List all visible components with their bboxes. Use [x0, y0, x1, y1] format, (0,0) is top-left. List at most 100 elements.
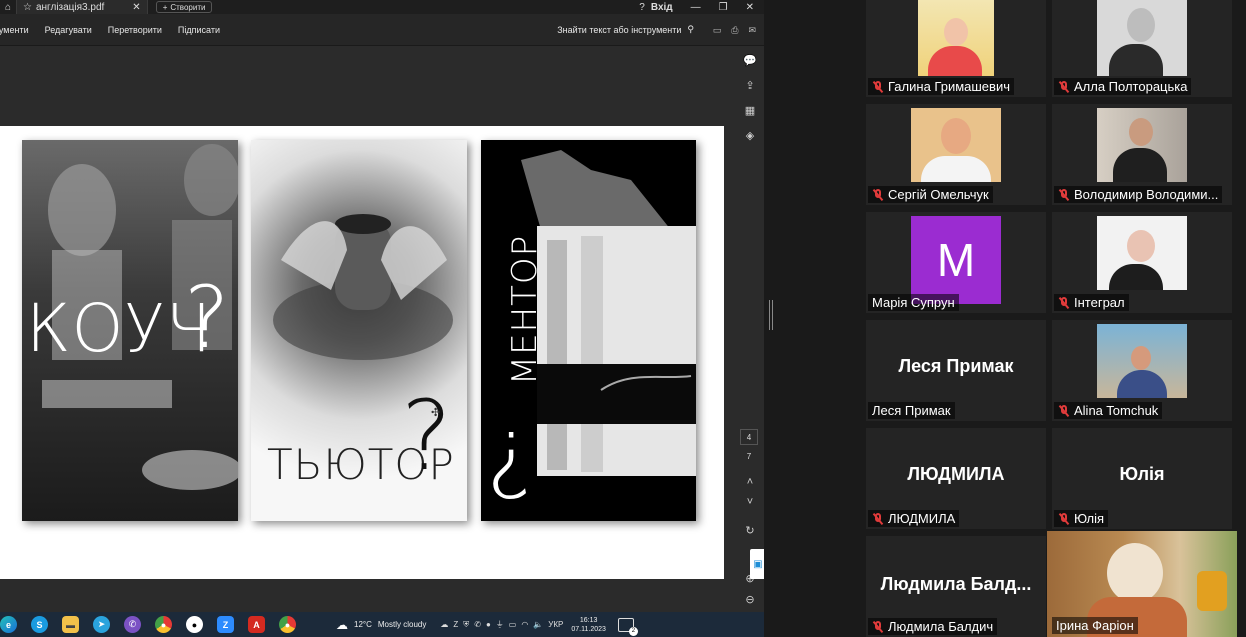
menu-bar: рументи Редагувати Перетворити Підписати…	[0, 14, 764, 46]
participant-name: Алла Полторацька	[1074, 79, 1188, 94]
notification-center-icon[interactable]: 2	[617, 617, 638, 636]
viber-icon[interactable]: ✆	[124, 616, 141, 633]
file-explorer-icon[interactable]: ▬	[62, 616, 79, 633]
participant-tile[interactable]: Галина Гримашевич	[866, 0, 1046, 97]
new-tab-button[interactable]: + Створити	[155, 1, 213, 13]
restore-icon[interactable]: ❐	[719, 2, 728, 13]
document-tab-label: англізація3.pdf	[35, 1, 105, 13]
viber-tray-icon[interactable]: ✆	[474, 620, 481, 629]
close-tab-icon[interactable]: ✕	[132, 2, 140, 13]
participant-tile[interactable]: Алла Полторацька	[1052, 0, 1232, 97]
pdf-page: КОУЧ ? ТЬЮТОР ? ✣ МЕНТОР ?	[0, 126, 724, 579]
participant-name-label: Людмила Балдич	[868, 618, 998, 635]
zoom-icon[interactable]: Z	[217, 616, 234, 633]
cloud-tray-icon[interactable]: ☁	[440, 620, 448, 629]
export-icon[interactable]: ⇪	[742, 77, 758, 93]
organize-pages-icon[interactable]: ▦	[742, 102, 758, 118]
edge-icon[interactable]: e	[0, 616, 17, 633]
document-tab[interactable]: ☆ англізація3.pdf ✕	[16, 0, 148, 14]
weather-desc: Mostly cloudy	[377, 620, 427, 629]
participant-name: ЛЮДМИЛА	[888, 511, 956, 526]
resize-handle[interactable]	[769, 300, 773, 330]
participant-tile[interactable]: M Марія Супрун	[866, 212, 1046, 313]
acrobat-icon[interactable]: A	[248, 616, 265, 633]
chrome-tray-icon[interactable]: ●	[486, 620, 491, 629]
wifi-icon[interactable]: ◠	[521, 620, 528, 629]
save-icon[interactable]: ▭	[713, 25, 722, 36]
participant-name: Володимир Володими...	[1074, 187, 1219, 202]
tutor-panel: ТЬЮТОР ? ✣	[251, 140, 467, 521]
layers-icon[interactable]: ◈	[742, 127, 758, 143]
participant-name-label: ЛЮДМИЛА	[868, 510, 960, 527]
star-icon[interactable]: ☆	[23, 2, 32, 13]
title-bar: ⌂ ☆ англізація3.pdf ✕ + Створити ? Вхід …	[0, 0, 764, 14]
active-speaker-tile[interactable]: Ірина Фаріон	[1047, 531, 1237, 637]
weather-temp: 12°C	[354, 620, 372, 629]
microphone-muted-icon	[1058, 512, 1070, 525]
help-icon[interactable]: ?	[639, 2, 645, 13]
home-icon[interactable]: ⌂	[0, 0, 16, 14]
coach-panel: КОУЧ ?	[22, 140, 238, 521]
system-tray: ☁ Z ⛨ ✆ ● ⏚ ▭ ◠ 🔈 УКР	[440, 619, 563, 630]
chrome-icon[interactable]: ●	[155, 616, 172, 633]
participant-display-name: Юлія	[1119, 464, 1165, 484]
participant-name-label: Леся Примак	[868, 402, 955, 419]
participant-video	[1097, 216, 1187, 290]
sign-in-button[interactable]: Вхід	[651, 2, 673, 13]
language-indicator[interactable]: УКР	[548, 620, 563, 629]
clock[interactable]: 16:13 07.11.2023	[571, 616, 606, 634]
mentor-panel: МЕНТОР ?	[481, 140, 696, 521]
participant-tile[interactable]: ЛЮДМИЛА ЛЮДМИЛА	[866, 428, 1046, 529]
participant-video	[1097, 108, 1187, 182]
participant-name: Alina Tomchuk	[1074, 403, 1159, 418]
menu-sign[interactable]: Підписати	[170, 25, 228, 35]
participant-name-label: Алла Полторацька	[1054, 78, 1192, 95]
participant-tile[interactable]: Леся Примак Леся Примак	[866, 320, 1046, 421]
shield-icon[interactable]: ⛨	[463, 620, 469, 630]
minimize-icon[interactable]: —	[691, 2, 701, 13]
participant-name-label: Ірина Фаріон	[1052, 617, 1138, 634]
participant-display-name: Людмила Балд...	[880, 574, 1032, 594]
participant-tile[interactable]: Володимир Володими...	[1052, 104, 1232, 205]
menu-tools[interactable]: рументи	[0, 25, 37, 35]
participant-display-name: Леся Примак	[898, 356, 1014, 376]
telegram-icon[interactable]: ➤	[93, 616, 110, 633]
mentor-question-mark: ?	[485, 410, 533, 515]
participant-name: Юлія	[1074, 511, 1105, 526]
menu-edit[interactable]: Редагувати	[37, 25, 100, 35]
skype-icon[interactable]: S	[31, 616, 48, 633]
app-icon[interactable]: ●	[186, 616, 203, 633]
page-number-input[interactable]: 4	[740, 429, 758, 445]
chrome-icon-2[interactable]: ●	[279, 616, 296, 633]
close-window-icon[interactable]: ✕	[746, 2, 754, 13]
participant-video	[911, 108, 1001, 182]
clock-date: 07.11.2023	[571, 625, 606, 633]
zoom-out-icon[interactable]: ⊖	[742, 591, 758, 607]
battery-icon[interactable]: ▭	[509, 620, 517, 629]
participant-tile[interactable]: Alina Tomchuk	[1052, 320, 1232, 421]
previous-page-icon[interactable]: ˄	[742, 474, 758, 490]
background-flowers	[1197, 571, 1227, 611]
usb-icon[interactable]: ⏚	[496, 619, 504, 630]
participant-tile[interactable]: Людмила Балд... Людмила Балдич	[866, 536, 1046, 637]
participant-tile[interactable]: Інтеграл	[1052, 212, 1232, 313]
screen: ⌂ ☆ англізація3.pdf ✕ + Створити ? Вхід …	[0, 0, 1246, 637]
participant-display-name: ЛЮДМИЛА	[907, 464, 1005, 484]
participant-name-label: Інтеграл	[1054, 294, 1129, 311]
find-label: Знайти текст або інструменти	[557, 24, 682, 35]
participant-tile[interactable]: Юлія Юлія	[1052, 428, 1232, 529]
email-icon[interactable]: ✉	[748, 25, 756, 36]
participant-tile[interactable]: Сергій Омельчук	[866, 104, 1046, 205]
participant-name: Галина Гримашевич	[888, 79, 1010, 94]
comment-icon[interactable]: 💬	[742, 52, 758, 68]
pdf-viewer-window: ⌂ ☆ англізація3.pdf ✕ + Створити ? Вхід …	[0, 0, 766, 637]
document-area[interactable]: КОУЧ ? ТЬЮТОР ? ✣ МЕНТОР ?	[0, 46, 736, 612]
rotate-icon[interactable]: ↻	[742, 522, 758, 538]
microphone-muted-icon	[872, 80, 884, 93]
menu-convert[interactable]: Перетворити	[100, 25, 170, 35]
weather-widget[interactable]: ☁ 12°C Mostly cloudy	[336, 618, 426, 632]
print-icon[interactable]: ⎙	[731, 25, 738, 36]
next-page-icon[interactable]: ˅	[742, 494, 758, 510]
zoom-tray-icon[interactable]: Z	[453, 620, 458, 629]
volume-icon[interactable]: 🔈	[533, 620, 543, 629]
